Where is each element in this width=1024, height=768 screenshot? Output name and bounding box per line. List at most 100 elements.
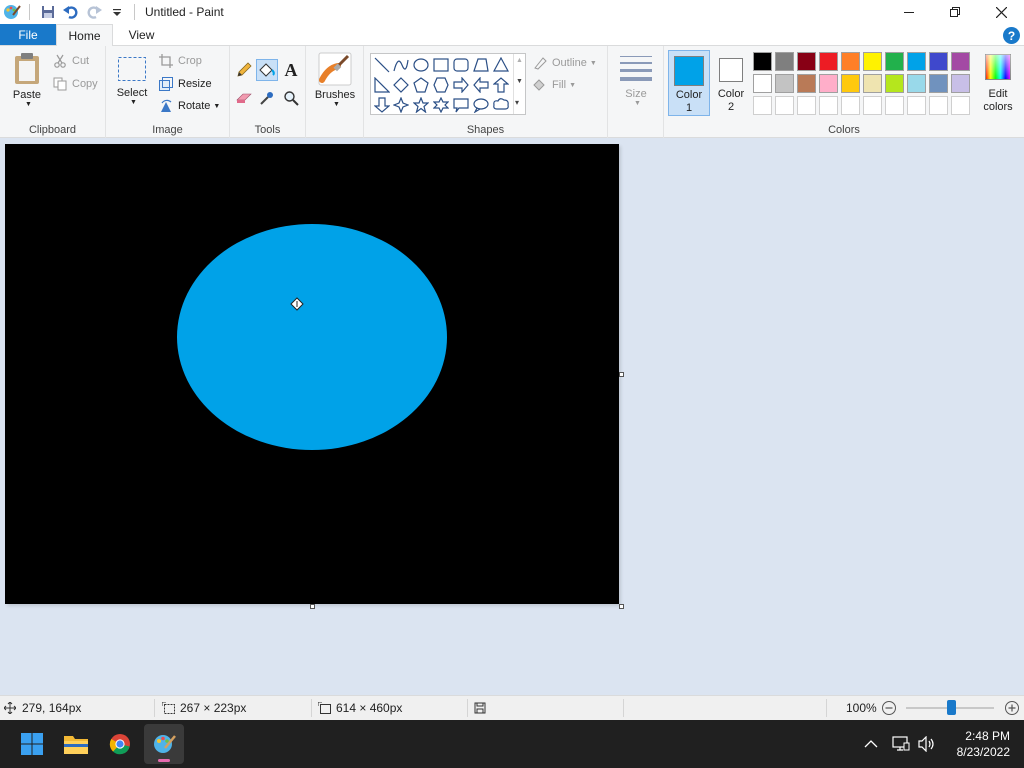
- chrome-button[interactable]: [100, 724, 140, 764]
- arrow-right-shape-icon[interactable]: [451, 75, 471, 95]
- scroll-down-icon[interactable]: ▼: [516, 78, 523, 85]
- edit-colors-button[interactable]: Edit colors: [976, 50, 1020, 116]
- palette-swatch[interactable]: [797, 74, 816, 93]
- line-shape-icon[interactable]: [372, 55, 392, 75]
- custom-color-slot[interactable]: [885, 96, 904, 115]
- scroll-up-icon[interactable]: ▲: [516, 57, 523, 64]
- palette-swatch[interactable]: [885, 74, 904, 93]
- minimize-button[interactable]: [886, 0, 932, 24]
- custom-color-slot[interactable]: [929, 96, 948, 115]
- palette-swatch[interactable]: [951, 74, 970, 93]
- resize-handle-right[interactable]: [619, 372, 624, 377]
- volume-button[interactable]: [918, 720, 936, 768]
- palette-swatch[interactable]: [819, 74, 838, 93]
- paint-app-icon[interactable]: [1, 1, 23, 23]
- cloud-callout-icon[interactable]: [491, 95, 511, 115]
- cut-button[interactable]: Cut: [52, 52, 89, 70]
- restore-button[interactable]: [932, 0, 978, 24]
- close-button[interactable]: [978, 0, 1024, 24]
- start-button[interactable]: [12, 724, 52, 764]
- select-button[interactable]: Select ▼: [114, 56, 150, 106]
- show-hidden-icons-button[interactable]: [864, 720, 878, 768]
- network-button[interactable]: [892, 720, 910, 768]
- resize-handle-corner[interactable]: [619, 604, 624, 609]
- custom-color-slot[interactable]: [819, 96, 838, 115]
- arrow-down-shape-icon[interactable]: [372, 95, 392, 115]
- resize-handle-bottom[interactable]: [310, 604, 315, 609]
- right-triangle-shape-icon[interactable]: [372, 75, 392, 95]
- save-icon[interactable]: [37, 1, 59, 23]
- fill-bucket-icon[interactable]: [256, 59, 278, 81]
- palette-swatch[interactable]: [753, 74, 772, 93]
- magnifier-icon[interactable]: [280, 87, 302, 109]
- copy-button[interactable]: Copy: [52, 75, 98, 93]
- custom-color-slot[interactable]: [951, 96, 970, 115]
- curve-shape-icon[interactable]: [391, 55, 411, 75]
- zoom-slider[interactable]: [906, 696, 994, 720]
- eraser-icon[interactable]: [233, 87, 255, 109]
- triangle-shape-icon[interactable]: [491, 55, 511, 75]
- color-picker-icon[interactable]: [256, 87, 278, 109]
- zoom-out-button[interactable]: [881, 696, 897, 720]
- customize-toolbar-icon[interactable]: [106, 1, 128, 23]
- custom-color-slot[interactable]: [753, 96, 772, 115]
- clock[interactable]: 2:48 PM 8/23/2022: [957, 728, 1010, 760]
- brushes-button[interactable]: Brushes ▼: [312, 52, 358, 108]
- palette-swatch[interactable]: [841, 52, 860, 71]
- color1-button[interactable]: Color 1: [668, 50, 710, 116]
- palette-swatch[interactable]: [863, 74, 882, 93]
- oval-callout-icon[interactable]: [471, 95, 491, 115]
- polygon-shape-icon[interactable]: [471, 55, 491, 75]
- undo-icon[interactable]: [60, 1, 82, 23]
- rounded-rectangle-shape-icon[interactable]: [451, 55, 471, 75]
- resize-button[interactable]: Resize: [158, 75, 212, 93]
- drawing-canvas[interactable]: [5, 144, 619, 604]
- custom-color-slot[interactable]: [775, 96, 794, 115]
- palette-swatch[interactable]: [819, 52, 838, 71]
- arrow-left-shape-icon[interactable]: [471, 75, 491, 95]
- oval-shape-icon[interactable]: [411, 55, 431, 75]
- zoom-slider-thumb[interactable]: [947, 700, 956, 715]
- outline-button[interactable]: Outline ▼: [532, 54, 597, 72]
- pentagon-shape-icon[interactable]: [411, 75, 431, 95]
- palette-swatch[interactable]: [753, 52, 772, 71]
- diamond-shape-icon[interactable]: [391, 75, 411, 95]
- palette-swatch[interactable]: [951, 52, 970, 71]
- color2-button[interactable]: Color 2: [712, 50, 750, 116]
- rectangle-shape-icon[interactable]: [431, 55, 451, 75]
- custom-color-slot[interactable]: [907, 96, 926, 115]
- six-point-star-icon[interactable]: [431, 95, 451, 115]
- file-explorer-button[interactable]: [56, 724, 96, 764]
- rotate-button[interactable]: Rotate ▼: [158, 97, 220, 115]
- custom-color-slot[interactable]: [797, 96, 816, 115]
- palette-swatch[interactable]: [841, 74, 860, 93]
- palette-swatch[interactable]: [775, 52, 794, 71]
- fill-button[interactable]: Fill ▼: [532, 76, 576, 94]
- palette-swatch[interactable]: [907, 74, 926, 93]
- tab-home[interactable]: Home: [56, 24, 113, 47]
- four-point-star-icon[interactable]: [391, 95, 411, 115]
- hexagon-shape-icon[interactable]: [431, 75, 451, 95]
- arrow-up-shape-icon[interactable]: [491, 75, 511, 95]
- pencil-icon[interactable]: [233, 59, 255, 81]
- paint-taskbar-button[interactable]: [144, 724, 184, 764]
- palette-swatch[interactable]: [797, 52, 816, 71]
- text-tool-icon[interactable]: A: [280, 59, 302, 81]
- tab-file[interactable]: File: [0, 24, 56, 45]
- help-icon[interactable]: ?: [1003, 27, 1020, 44]
- rect-callout-icon[interactable]: [451, 95, 471, 115]
- zoom-in-button[interactable]: [1004, 696, 1020, 720]
- palette-swatch[interactable]: [863, 52, 882, 71]
- custom-color-slot[interactable]: [841, 96, 860, 115]
- palette-swatch[interactable]: [885, 52, 904, 71]
- tab-view[interactable]: View: [113, 24, 170, 45]
- custom-color-slot[interactable]: [863, 96, 882, 115]
- expand-gallery-icon[interactable]: ▾: [515, 98, 519, 107]
- palette-swatch[interactable]: [775, 74, 794, 93]
- redo-icon[interactable]: [83, 1, 105, 23]
- five-point-star-icon[interactable]: [411, 95, 431, 115]
- size-button[interactable]: Size ▼: [618, 54, 654, 107]
- palette-swatch[interactable]: [929, 52, 948, 71]
- paste-button[interactable]: Paste ▼: [8, 52, 46, 108]
- shapes-scrollbar[interactable]: ▲ ▼ ▾: [513, 54, 525, 114]
